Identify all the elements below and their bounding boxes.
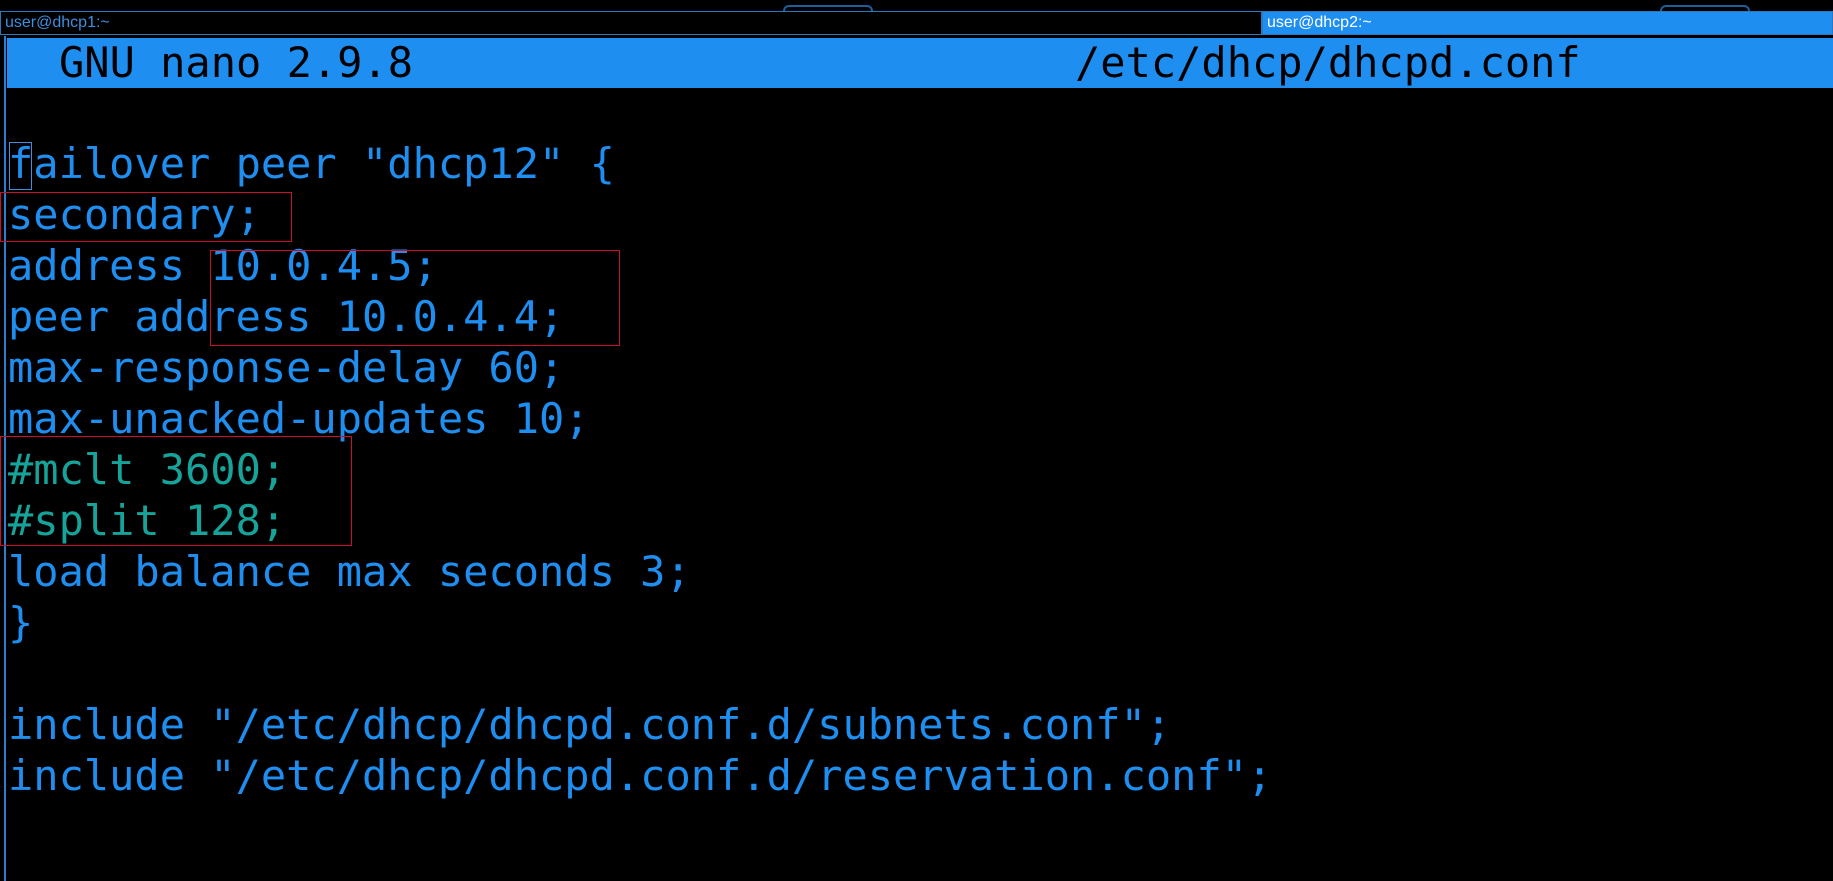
file-line: load balance max seconds 3; xyxy=(8,547,691,596)
file-line: max-response-delay 60; xyxy=(8,343,565,392)
tab-dhcp1[interactable]: user@dhcp1:~ xyxy=(0,11,1262,35)
open-file-path: /etc/dhcp/dhcpd.conf xyxy=(1075,38,1581,87)
tab-dhcp2[interactable]: user@dhcp2:~ xyxy=(1262,11,1833,35)
file-line: max-unacked-updates 10; xyxy=(8,394,590,443)
file-line: failover peer "dhcp12" { xyxy=(8,139,615,188)
file-line: include "/etc/dhcp/dhcpd.conf.d/reservat… xyxy=(8,751,1273,800)
window-left-border xyxy=(4,36,6,881)
terminal-tab-bar: user@dhcp1:~ user@dhcp2:~ xyxy=(0,0,1833,36)
nano-version-title: GNU nano 2.9.8 xyxy=(59,38,414,87)
file-line: } xyxy=(8,598,34,647)
nano-title-bar: GNU nano 2.9.8 /etc/dhcp/dhcpd.conf xyxy=(7,38,1833,88)
editor-text-area[interactable]: failover peer "dhcp12" { secondary; addr… xyxy=(8,138,1828,801)
text-cursor xyxy=(9,142,32,190)
tab-label: user@dhcp1:~ xyxy=(5,14,110,31)
file-line: peer address 10.0.4.4; xyxy=(8,292,565,341)
file-line: address 10.0.4.5; xyxy=(8,241,438,290)
file-line: include "/etc/dhcp/dhcpd.conf.d/subnets.… xyxy=(8,700,1172,749)
file-line-comment: #split 128; xyxy=(8,496,287,545)
file-line: secondary; xyxy=(8,190,261,239)
file-line-blank xyxy=(8,648,1828,699)
file-line-comment: #mclt 3600; xyxy=(8,445,287,494)
tab-label: user@dhcp2:~ xyxy=(1267,14,1372,31)
